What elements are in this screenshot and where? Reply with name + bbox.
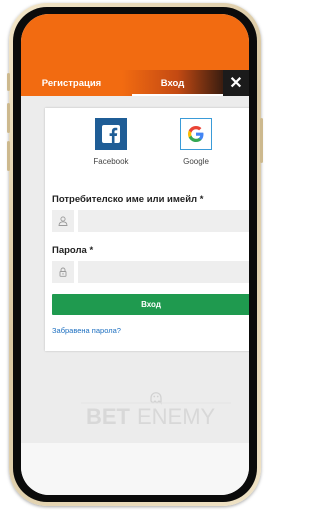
volume-up-button	[7, 103, 10, 133]
watermark-enemy: ENEMY	[137, 404, 216, 429]
tab-login[interactable]: Вход	[122, 70, 223, 96]
google-icon	[180, 118, 212, 150]
google-label: Google	[183, 157, 209, 166]
lock-icon	[52, 261, 74, 283]
watermark-logo: BET ENEMY	[81, 384, 231, 429]
user-icon	[52, 210, 74, 232]
password-input[interactable]	[78, 261, 249, 283]
facebook-icon	[95, 118, 127, 150]
watermark-bet: BET	[86, 404, 131, 429]
tab-login-label: Вход	[160, 77, 185, 89]
bottom-area	[21, 443, 249, 495]
close-button[interactable]: ✕	[223, 70, 249, 96]
login-submit-button[interactable]: Вход	[52, 294, 249, 315]
username-row	[52, 210, 249, 232]
ghost-icon	[150, 392, 162, 405]
bezel: Регистрация Вход ✕ Facebook Google Потре…	[13, 7, 257, 502]
facebook-login[interactable]: Facebook	[81, 118, 141, 166]
power-button	[260, 118, 263, 163]
login-card: Facebook Google Потребителско име или им…	[45, 108, 249, 351]
phone-frame: Регистрация Вход ✕ Facebook Google Потре…	[7, 3, 263, 506]
password-label: Парола *	[52, 245, 94, 256]
screen: Регистрация Вход ✕ Facebook Google Потре…	[21, 14, 249, 495]
username-label: Потребителско име или имейл *	[52, 194, 204, 205]
forgot-password-link[interactable]: Забравена парола?	[52, 326, 121, 335]
close-icon: ✕	[229, 75, 243, 92]
google-login[interactable]: Google	[166, 118, 226, 166]
side-button	[7, 73, 10, 91]
tab-register[interactable]: Регистрация	[21, 70, 122, 96]
facebook-label: Facebook	[93, 157, 129, 166]
username-input[interactable]	[78, 210, 249, 232]
volume-down-button	[7, 141, 10, 171]
password-row	[52, 261, 249, 283]
auth-tabs: Регистрация Вход ✕	[21, 70, 249, 96]
tab-register-label: Регистрация	[41, 77, 102, 89]
